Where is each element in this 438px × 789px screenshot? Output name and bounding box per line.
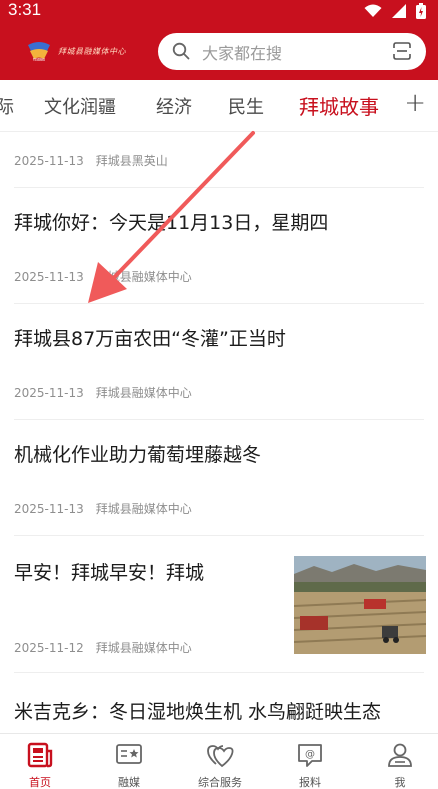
scan-icon[interactable] [392,41,412,61]
bottom-navigation: 首页 融媒 综合服务 @ 报料 我 [0,733,438,789]
logo-mark-icon: 拜城融媒 [28,42,50,62]
svg-text:@: @ [305,749,315,760]
tab-economy[interactable]: 经济 [156,93,192,119]
nav-label: 首页 [29,776,51,789]
wifi-icon [364,4,382,17]
signal-icon [392,4,406,18]
item-source: 拜城县融媒体中心 [95,386,192,400]
item-meta: 2025-11-13 拜城县融媒体中心 [14,268,192,285]
item-title: 早安！拜城早安！拜城 [14,562,205,584]
item-meta: 2025-11-13 拜城县融媒体中心 [14,384,192,401]
nav-label: 综合服务 [198,776,242,789]
list-item[interactable]: 拜城县87万亩农田“冬灌”正当时 2025-11-13 拜城县融媒体中心 [14,304,424,420]
item-source: 拜城县融媒体中心 [95,641,192,655]
item-meta: 2025-11-13 拜城县融媒体中心 [14,500,192,517]
nav-label: 我 [394,776,406,789]
item-date: 2025-11-12 [14,641,84,655]
nav-label: 融媒 [118,776,140,789]
app-header: 3:31 拜城融媒 拜城县融媒体中心 大家都在搜 [0,0,438,80]
list-item[interactable]: 2025-11-13 拜城县黑英山 [14,133,424,188]
item-title: 机械化作业助力葡萄埋藤越冬 [14,444,262,466]
item-title: 米吉克乡：冬日湿地焕生机 水鸟翩跹映生态 [14,701,382,723]
item-date: 2025-11-13 [14,386,84,400]
tab-international[interactable]: 际 [0,93,14,119]
item-date: 2025-11-13 [14,270,84,284]
heart-service-icon [207,745,234,768]
home-news-icon [27,742,53,768]
status-time: 3:31 [8,0,42,19]
item-meta: 2025-11-12 拜城县融媒体中心 [14,639,192,656]
tab-baicheng-stories[interactable]: 拜城故事 [299,91,379,120]
item-title: 拜城你好：今天是11月13日，星期四 [14,212,329,234]
logo-text: 拜城县融媒体中心 [58,46,126,56]
item-source: 拜城县黑英山 [95,154,168,168]
status-bar: 3:31 [0,0,438,22]
nav-report[interactable]: @ 报料 [266,734,354,789]
item-source: 拜城县融媒体中心 [95,502,192,516]
item-date: 2025-11-13 [14,502,84,516]
person-icon [388,743,412,767]
app-logo[interactable]: 拜城融媒 拜城县融媒体中心 [26,40,138,62]
item-source: 拜城县融媒体中心 [95,270,192,284]
add-channel-icon[interactable]: + [404,88,426,118]
list-item[interactable]: 米吉克乡：冬日湿地焕生机 水鸟翩跹映生态 [14,673,424,733]
list-item[interactable]: 拜城你好：今天是11月13日，星期四 2025-11-13 拜城县融媒体中心 [14,188,424,304]
news-feed: 2025-11-13 拜城县黑英山 拜城你好：今天是11月13日，星期四 2025… [0,133,438,733]
item-thumbnail[interactable] [294,556,426,654]
svg-text:拜城融媒: 拜城融媒 [33,57,45,62]
tab-livelihood[interactable]: 民生 [228,93,264,119]
list-item[interactable]: 早安！拜城早安！拜城 2025-11-12 拜城县融媒体中心 [14,536,426,673]
search-icon [172,42,190,60]
item-meta: 2025-11-13 拜城县黑英山 [14,152,168,169]
nav-services[interactable]: 综合服务 [176,734,264,789]
nav-media[interactable]: 融媒 [85,734,173,789]
status-icons [364,3,426,19]
farm-field-image [294,556,426,654]
search-placeholder: 大家都在搜 [202,44,283,63]
battery-icon [416,3,426,19]
search-bar[interactable]: 大家都在搜 [158,33,426,70]
report-chat-icon: @ [298,744,322,767]
item-title: 拜城县87万亩农田“冬灌”正当时 [14,328,286,350]
media-star-icon [116,744,142,764]
nav-me[interactable]: 我 [356,734,438,789]
nav-label: 报料 [299,776,321,789]
list-item[interactable]: 机械化作业助力葡萄埋藤越冬 2025-11-13 拜城县融媒体中心 [14,420,424,536]
nav-home[interactable]: 首页 [0,734,84,789]
channel-tabs: 际 文化润疆 经济 民生 拜城故事 + [0,80,438,132]
item-date: 2025-11-13 [14,154,84,168]
tab-culture[interactable]: 文化润疆 [44,93,116,119]
